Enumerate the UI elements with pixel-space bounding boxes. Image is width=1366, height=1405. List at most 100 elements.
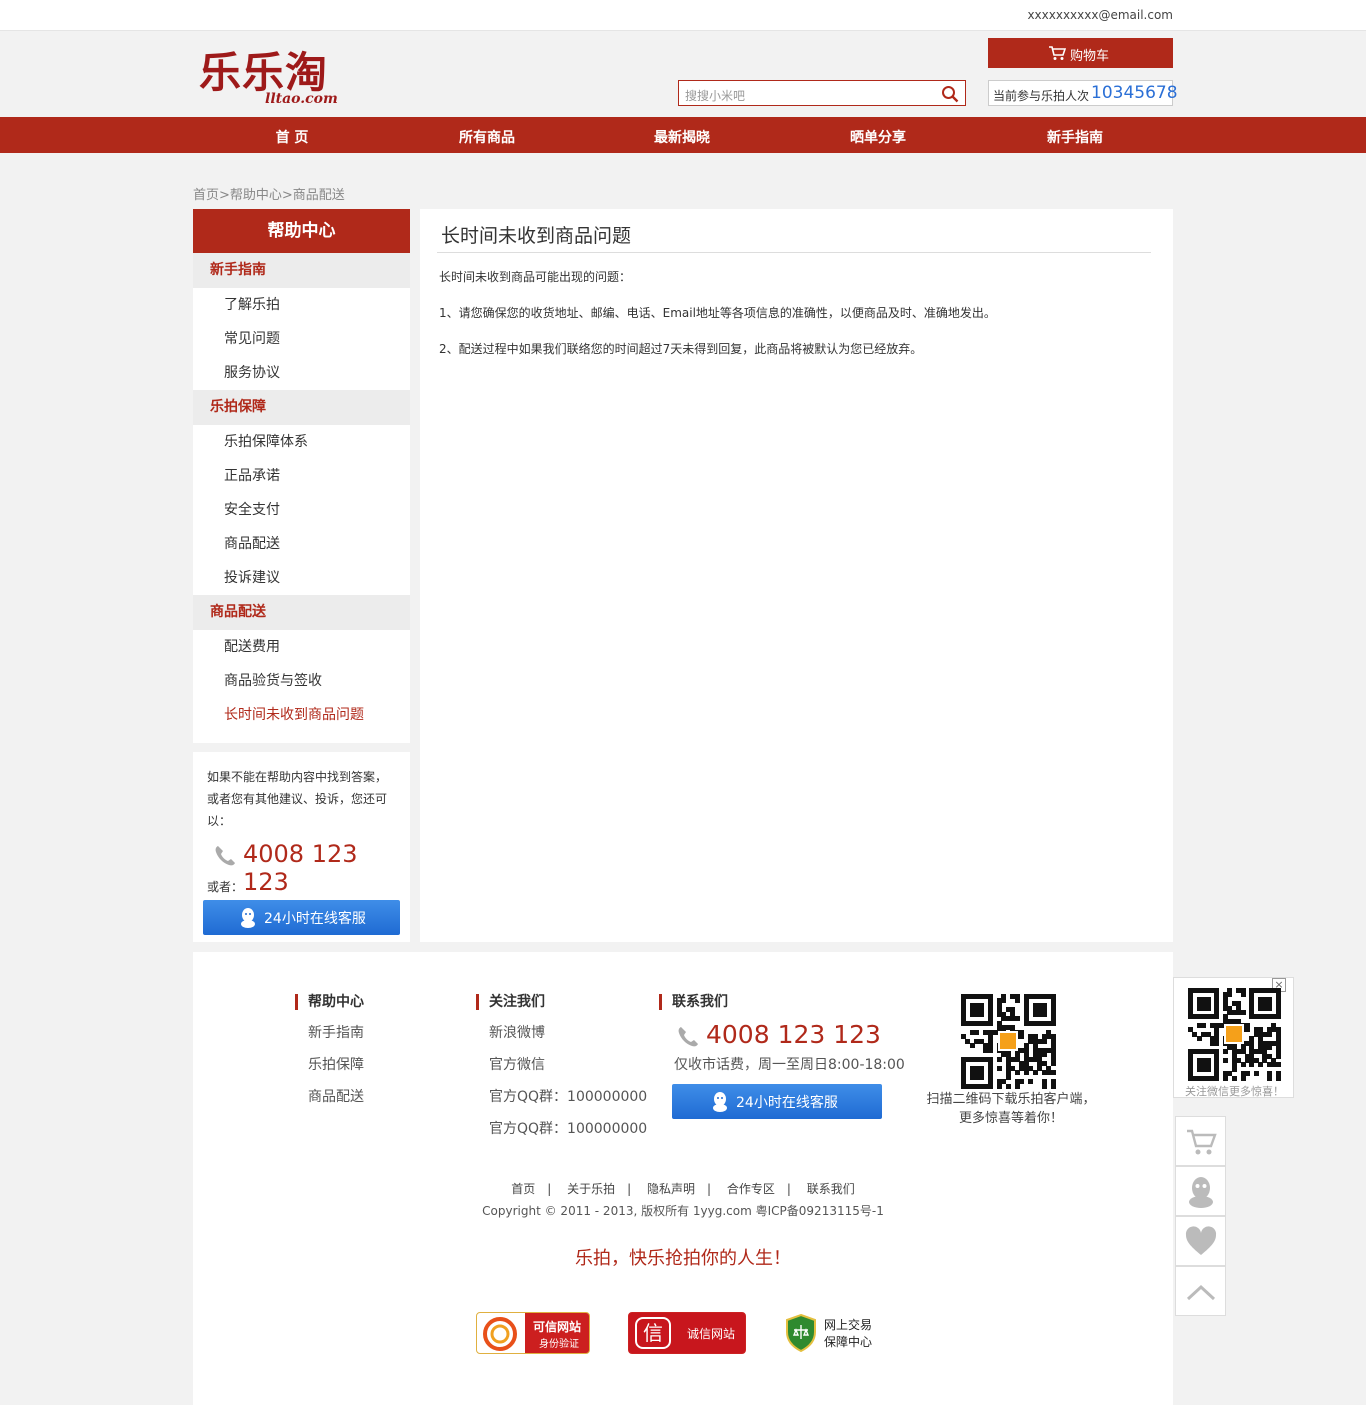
counter-value: 10345678 bbox=[1091, 83, 1178, 103]
qr-module bbox=[987, 1020, 993, 1026]
footer-online-service-label: 24小时在线客服 bbox=[736, 1095, 838, 1111]
footer-link[interactable]: 新浪微博 bbox=[476, 1022, 647, 1042]
wechat-qr-code bbox=[1188, 988, 1281, 1081]
nav-latest[interactable]: 最新揭晓 bbox=[622, 127, 742, 147]
float-back-to-top-button[interactable] bbox=[1175, 1266, 1226, 1316]
sidebar-link[interactable]: 商品验货与签收 bbox=[193, 664, 410, 698]
qr-module bbox=[1028, 1079, 1034, 1085]
logo-text: 乐乐淘 bbox=[199, 48, 329, 97]
footer-online-service-button[interactable]: 24小时在线客服 bbox=[672, 1084, 882, 1119]
article-paragraph: 1、请您确保您的收货地址、邮编、电话、Email地址等各项信息的准确性，以便商品… bbox=[439, 306, 996, 320]
qr-module bbox=[1032, 1070, 1038, 1076]
qr-module bbox=[978, 1074, 984, 1080]
participant-counter: 当前参与乐拍人次 10345678 bbox=[988, 80, 1178, 106]
breadcrumb[interactable]: 首页>帮助中心>商品配送 bbox=[193, 184, 345, 203]
badge-text: 可信网站 bbox=[533, 1320, 582, 1334]
footer-hours: 仅收市话费，周一至周日8:00-18:00 bbox=[674, 1057, 905, 1073]
footer-bottom-link[interactable]: 合作专区 bbox=[727, 1182, 775, 1196]
trusted-site-badge[interactable]: 可信网站 身份验证 bbox=[476, 1312, 590, 1354]
qr-module bbox=[1214, 1075, 1220, 1081]
top-bar: xxxxxxxxxx@email.com bbox=[0, 0, 1366, 31]
sidebar-link[interactable]: 常见问题 bbox=[193, 322, 410, 356]
online-service-button[interactable]: 24小时在线客服 bbox=[203, 900, 400, 935]
cart-button[interactable]: 购物车 bbox=[988, 38, 1173, 68]
qr-module bbox=[1050, 1020, 1056, 1026]
footer-link[interactable]: 官方QQ群：100000000 bbox=[476, 1086, 647, 1106]
sidebar-link[interactable]: 正品承诺 bbox=[193, 459, 410, 493]
logo-domain: lltao.com bbox=[265, 91, 338, 107]
search-box[interactable]: 搜搜小米吧 bbox=[678, 80, 966, 106]
badge-text: 保障中心 bbox=[824, 1335, 873, 1349]
sidebar-link[interactable]: 了解乐拍 bbox=[193, 288, 410, 322]
cart-icon bbox=[1187, 1129, 1217, 1155]
qr-module bbox=[1005, 1083, 1011, 1089]
wechat-caption: 关注微信更多惊喜！ bbox=[1185, 1085, 1284, 1098]
sidebar-link-active[interactable]: 长时间未收到商品问题 bbox=[193, 698, 410, 732]
nav-guide[interactable]: 新手指南 bbox=[1015, 127, 1135, 147]
sidebar-category[interactable]: 乐拍保障 bbox=[193, 390, 410, 425]
qr-module bbox=[1041, 1083, 1047, 1089]
sidebar-link[interactable]: 投诉建议 bbox=[193, 561, 410, 595]
sidebar-link[interactable]: 安全支付 bbox=[193, 493, 410, 527]
qr-module bbox=[1205, 1066, 1211, 1072]
footer-phone: 4008 123 123 bbox=[706, 1020, 881, 1049]
sidebar-link[interactable]: 服务协议 bbox=[193, 356, 410, 390]
qr-module bbox=[1244, 1027, 1250, 1033]
search-input[interactable]: 搜搜小米吧 bbox=[685, 87, 745, 104]
qq-icon bbox=[1189, 1177, 1213, 1208]
footer-help-title: 帮助中心 bbox=[295, 994, 364, 1010]
scan-text: 扫描二维码下载乐拍客户端，更多惊喜等着你！ bbox=[926, 1092, 1096, 1126]
qr-module bbox=[1244, 1071, 1250, 1077]
footer-links: 首页 | 关于乐拍 | 隐私声明 | 合作专区 | 联系我们 bbox=[511, 1182, 855, 1196]
qr-module bbox=[1041, 1052, 1047, 1058]
qr-module bbox=[1231, 1075, 1237, 1081]
article-paragraph: 2、配送过程中如果我们联络您的时间超过7天未得到回复，此商品将被默认为您已经放弃… bbox=[439, 342, 923, 356]
footer-bottom-link[interactable]: 隐私声明 bbox=[647, 1182, 695, 1196]
badge-text: 身份验证 bbox=[539, 1339, 579, 1350]
search-icon[interactable] bbox=[941, 85, 959, 103]
footer-link[interactable]: 新手指南 bbox=[295, 1022, 364, 1042]
sidebar-category[interactable]: 新手指南 bbox=[193, 253, 410, 288]
footer-bottom-link[interactable]: 首页 bbox=[511, 1182, 535, 1196]
qr-module bbox=[1240, 1075, 1246, 1081]
cart-icon bbox=[1049, 46, 1066, 60]
qr-module bbox=[987, 1047, 993, 1053]
phone-icon bbox=[678, 1027, 698, 1047]
footer-follow-title: 关注我们 bbox=[476, 994, 647, 1010]
sidebar-category[interactable]: 商品配送 bbox=[193, 595, 410, 630]
footer-link[interactable]: 官方QQ群：100000000 bbox=[476, 1118, 647, 1138]
qr-module bbox=[1005, 1074, 1011, 1080]
footer-contact-column: 联系我们 bbox=[659, 994, 728, 1010]
qr-module bbox=[996, 1056, 1002, 1062]
qr-module bbox=[1275, 1075, 1281, 1081]
footer-contact-title: 联系我们 bbox=[659, 994, 728, 1010]
qr-module bbox=[1275, 1014, 1281, 1020]
copyright: Copyright © 2011 - 2013, 版权所有 1yyg.com 粤… bbox=[482, 1204, 884, 1218]
integrity-site-badge[interactable]: 信 诚信网站 bbox=[628, 1312, 746, 1354]
article-title: 长时间未收到商品问题 bbox=[441, 225, 632, 247]
sidebar-link[interactable]: 乐拍保障体系 bbox=[193, 425, 410, 459]
qr-module bbox=[1240, 1062, 1246, 1068]
qr-module bbox=[1275, 1062, 1281, 1068]
qq-icon bbox=[241, 908, 255, 928]
nav-share[interactable]: 晒单分享 bbox=[818, 127, 938, 147]
site-logo[interactable]: 乐乐淘 lltao.com bbox=[199, 51, 349, 111]
footer-link[interactable]: 商品配送 bbox=[295, 1086, 364, 1106]
transaction-guarantee-badge[interactable]: 网上交易 保障中心 bbox=[785, 1312, 885, 1354]
nav-all-products[interactable]: 所有商品 bbox=[427, 127, 547, 147]
float-qq-button[interactable] bbox=[1175, 1166, 1226, 1216]
float-cart-button[interactable] bbox=[1175, 1116, 1226, 1166]
sidebar-link[interactable]: 配送费用 bbox=[193, 630, 410, 664]
qr-module bbox=[1227, 992, 1233, 998]
footer-bottom-link[interactable]: 联系我们 bbox=[807, 1182, 855, 1196]
qr-module bbox=[1050, 1083, 1056, 1089]
qr-module bbox=[1001, 998, 1007, 1004]
footer-bottom-link[interactable]: 关于乐拍 bbox=[567, 1182, 615, 1196]
footer-link[interactable]: 乐拍保障 bbox=[295, 1054, 364, 1074]
user-email[interactable]: xxxxxxxxxx@email.com bbox=[1027, 8, 1173, 22]
float-favorite-button[interactable] bbox=[1175, 1216, 1226, 1266]
counter-label: 当前参与乐拍人次 bbox=[993, 89, 1090, 103]
footer-link[interactable]: 官方微信 bbox=[476, 1054, 647, 1074]
nav-home[interactable]: 首 页 bbox=[232, 127, 352, 147]
sidebar-link[interactable]: 商品配送 bbox=[193, 527, 410, 561]
